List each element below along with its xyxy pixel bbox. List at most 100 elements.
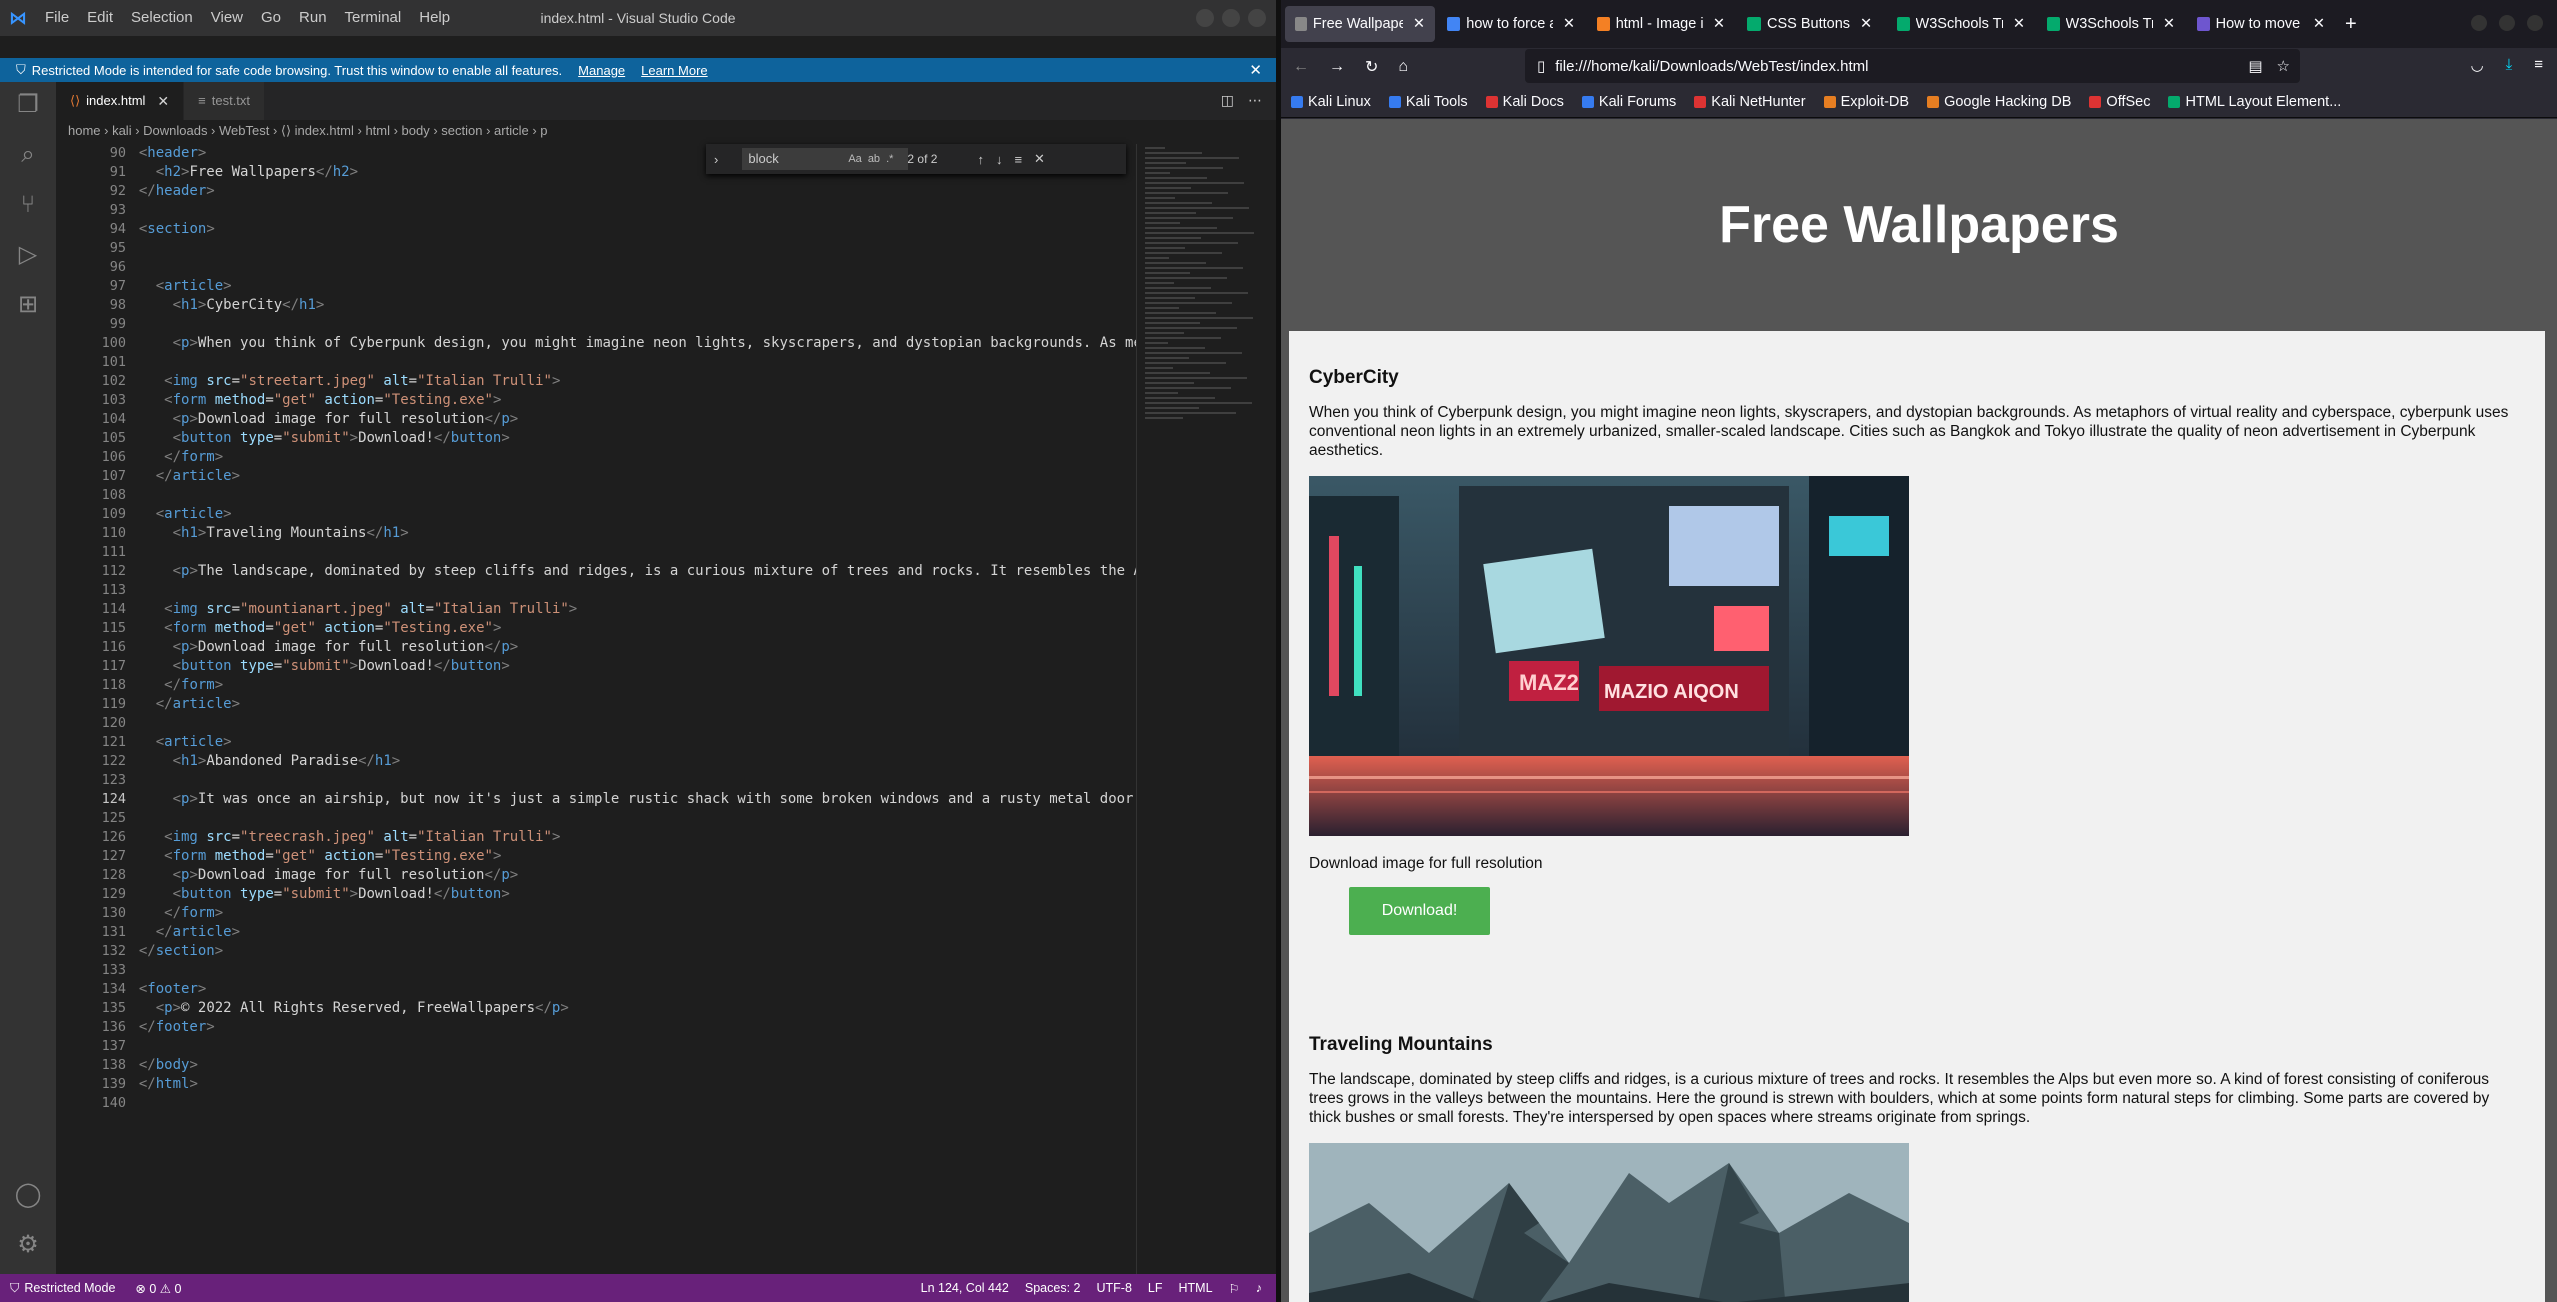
code-line[interactable]: </article> bbox=[122, 923, 1136, 942]
regex-icon[interactable]: .* bbox=[886, 153, 893, 165]
language-mode[interactable]: HTML bbox=[1179, 1281, 1213, 1296]
menu-item-selection[interactable]: Selection bbox=[122, 0, 202, 36]
code-line[interactable] bbox=[122, 315, 1136, 334]
browser-tab[interactable]: W3Schools Try ✕ bbox=[1887, 6, 2035, 42]
bookmark-item[interactable]: Kali Forums bbox=[1581, 94, 1676, 110]
learn-more-link[interactable]: Learn More bbox=[641, 63, 707, 78]
code-line[interactable]: <h1>Abandoned Paradise</h1> bbox=[122, 752, 1136, 771]
reload-icon[interactable]: ↻ bbox=[1365, 57, 1378, 77]
code-line[interactable] bbox=[122, 771, 1136, 790]
code-line[interactable]: </header> bbox=[122, 182, 1136, 201]
pocket-icon[interactable]: ◡ bbox=[2471, 56, 2484, 74]
maximize-button[interactable] bbox=[2499, 15, 2515, 31]
code-line[interactable]: <p>When you think of Cyberpunk design, y… bbox=[122, 334, 1136, 353]
menu-item-terminal[interactable]: Terminal bbox=[336, 0, 411, 36]
manage-link[interactable]: Manage bbox=[578, 63, 625, 78]
maximize-button[interactable] bbox=[1222, 9, 1240, 27]
minimize-button[interactable] bbox=[2471, 15, 2487, 31]
code-line[interactable] bbox=[122, 809, 1136, 828]
close-tab-icon[interactable]: ✕ bbox=[2313, 16, 2325, 32]
code-line[interactable]: <section> bbox=[122, 220, 1136, 239]
menu-item-go[interactable]: Go bbox=[252, 0, 290, 36]
address-bar[interactable]: ▯ file:///home/kali/Downloads/WebTest/in… bbox=[1525, 49, 2300, 83]
code-line[interactable]: <footer> bbox=[122, 980, 1136, 999]
bell-icon[interactable]: ♪ bbox=[1256, 1281, 1262, 1296]
breadcrumb[interactable]: home › kali › Downloads › WebTest › ⟨⟩ i… bbox=[56, 120, 1276, 142]
broadcast-icon[interactable]: ⚐ bbox=[1229, 1281, 1240, 1296]
code-lines[interactable]: <header> <h2>Free Wallpapers</h2> </head… bbox=[122, 144, 1136, 1113]
code-line[interactable] bbox=[122, 714, 1136, 733]
bookmark-item[interactable]: Kali Tools bbox=[1388, 94, 1468, 110]
find-in-selection-icon[interactable]: ≡ bbox=[1014, 152, 1022, 167]
code-line[interactable]: <article> bbox=[122, 733, 1136, 752]
code-line[interactable]: <img src="mountianart.jpeg" alt="Italian… bbox=[122, 600, 1136, 619]
bookmark-item[interactable]: Kali Linux bbox=[1291, 94, 1371, 110]
code-line[interactable]: </form> bbox=[122, 904, 1136, 923]
browser-tab[interactable]: Free Wallpapers ✕ bbox=[1285, 6, 1435, 42]
code-editor[interactable]: 90 91 92 93 94 95 96 97 98 99 100 101 102 103 104 105 10… bbox=[56, 144, 1136, 1274]
source-control-icon[interactable]: ⑂ bbox=[13, 190, 43, 220]
code-line[interactable]: <form method="get" action="Testing.exe"> bbox=[122, 619, 1136, 638]
reader-view-icon[interactable]: ▤ bbox=[2248, 57, 2262, 75]
code-line[interactable] bbox=[122, 258, 1136, 277]
problems-status[interactable]: ⊗ 0 ⚠ 0 bbox=[135, 1281, 181, 1296]
minimize-button[interactable] bbox=[1196, 9, 1214, 27]
indentation[interactable]: Spaces: 2 bbox=[1025, 1281, 1081, 1296]
code-line[interactable]: <p>© 2022 All Rights Reserved, FreeWallp… bbox=[122, 999, 1136, 1018]
code-line[interactable]: <form method="get" action="Testing.exe"> bbox=[122, 391, 1136, 410]
encoding[interactable]: UTF-8 bbox=[1096, 1281, 1131, 1296]
code-line[interactable] bbox=[122, 486, 1136, 505]
code-line[interactable] bbox=[122, 239, 1136, 258]
match-case-icon[interactable]: Aa bbox=[848, 153, 861, 165]
back-icon[interactable]: ← bbox=[1293, 58, 1309, 76]
code-line[interactable]: <h1>CyberCity</h1> bbox=[122, 296, 1136, 315]
close-tab-icon[interactable]: ✕ bbox=[1563, 16, 1575, 32]
browser-tab[interactable]: how to force a ✕ bbox=[1437, 6, 1585, 42]
download-button[interactable]: Download! bbox=[1349, 887, 1490, 935]
menu-item-edit[interactable]: Edit bbox=[78, 0, 122, 36]
menu-item-help[interactable]: Help bbox=[410, 0, 459, 36]
bookmark-item[interactable]: Kali Docs bbox=[1485, 94, 1564, 110]
split-editor-icon[interactable]: ◫ bbox=[1221, 92, 1234, 109]
close-tab-icon[interactable]: ✕ bbox=[157, 82, 169, 120]
bookmark-item[interactable]: Google Hacking DB bbox=[1927, 94, 2071, 110]
browser-tab[interactable]: W3Schools Try ✕ bbox=[2037, 6, 2185, 42]
code-line[interactable]: <article> bbox=[122, 277, 1136, 296]
home-icon[interactable]: ⌂ bbox=[1398, 58, 1408, 76]
code-line[interactable]: </form> bbox=[122, 676, 1136, 695]
menu-item-run[interactable]: Run bbox=[290, 0, 336, 36]
code-line[interactable] bbox=[122, 961, 1136, 980]
code-line[interactable]: <form method="get" action="Testing.exe"> bbox=[122, 847, 1136, 866]
code-line[interactable] bbox=[122, 1037, 1136, 1056]
code-line[interactable]: <p>Download image for full resolution</p… bbox=[122, 866, 1136, 885]
code-line[interactable]: </section> bbox=[122, 942, 1136, 961]
bookmark-item[interactable]: Kali NetHunter bbox=[1694, 94, 1806, 110]
bookmark-star-icon[interactable]: ☆ bbox=[2277, 57, 2290, 75]
menu-item-view[interactable]: View bbox=[202, 0, 252, 36]
explorer-icon[interactable]: ❐ bbox=[13, 90, 43, 120]
close-find-icon[interactable]: ✕ bbox=[1034, 151, 1045, 167]
end-of-line[interactable]: LF bbox=[1148, 1281, 1163, 1296]
url-text[interactable]: file:///home/kali/Downloads/WebTest/inde… bbox=[1555, 58, 1868, 75]
bookmark-item[interactable]: OffSec bbox=[2089, 94, 2150, 110]
close-tab-icon[interactable]: ✕ bbox=[1860, 16, 1872, 32]
gear-icon[interactable]: ⚙ bbox=[13, 1230, 43, 1260]
tab-index-html[interactable]: ⟨⟩ index.html ✕ bbox=[56, 82, 185, 120]
code-line[interactable]: </footer> bbox=[122, 1018, 1136, 1037]
close-button[interactable] bbox=[1248, 9, 1266, 27]
menu-item-file[interactable]: File bbox=[36, 0, 78, 36]
new-tab-button[interactable]: + bbox=[2345, 13, 2357, 36]
code-line[interactable]: <button type="submit">Download!</button> bbox=[122, 885, 1136, 904]
browser-tab[interactable]: How to move a ✕ bbox=[2187, 6, 2335, 42]
code-line[interactable] bbox=[122, 201, 1136, 220]
more-actions-icon[interactable]: ⋯ bbox=[1248, 92, 1262, 109]
code-line[interactable]: <article> bbox=[122, 505, 1136, 524]
close-tab-icon[interactable]: ✕ bbox=[2163, 16, 2175, 32]
close-tab-icon[interactable]: ✕ bbox=[2013, 16, 2025, 32]
code-line[interactable] bbox=[122, 581, 1136, 600]
cursor-position[interactable]: Ln 124, Col 442 bbox=[921, 1281, 1009, 1296]
search-icon[interactable]: ⌕ bbox=[13, 140, 43, 170]
code-line[interactable]: <p>It was once an airship, but now it's … bbox=[122, 790, 1136, 809]
code-line[interactable]: <button type="submit">Download!</button> bbox=[122, 657, 1136, 676]
code-line[interactable]: <p>Download image for full resolution</p… bbox=[122, 638, 1136, 657]
